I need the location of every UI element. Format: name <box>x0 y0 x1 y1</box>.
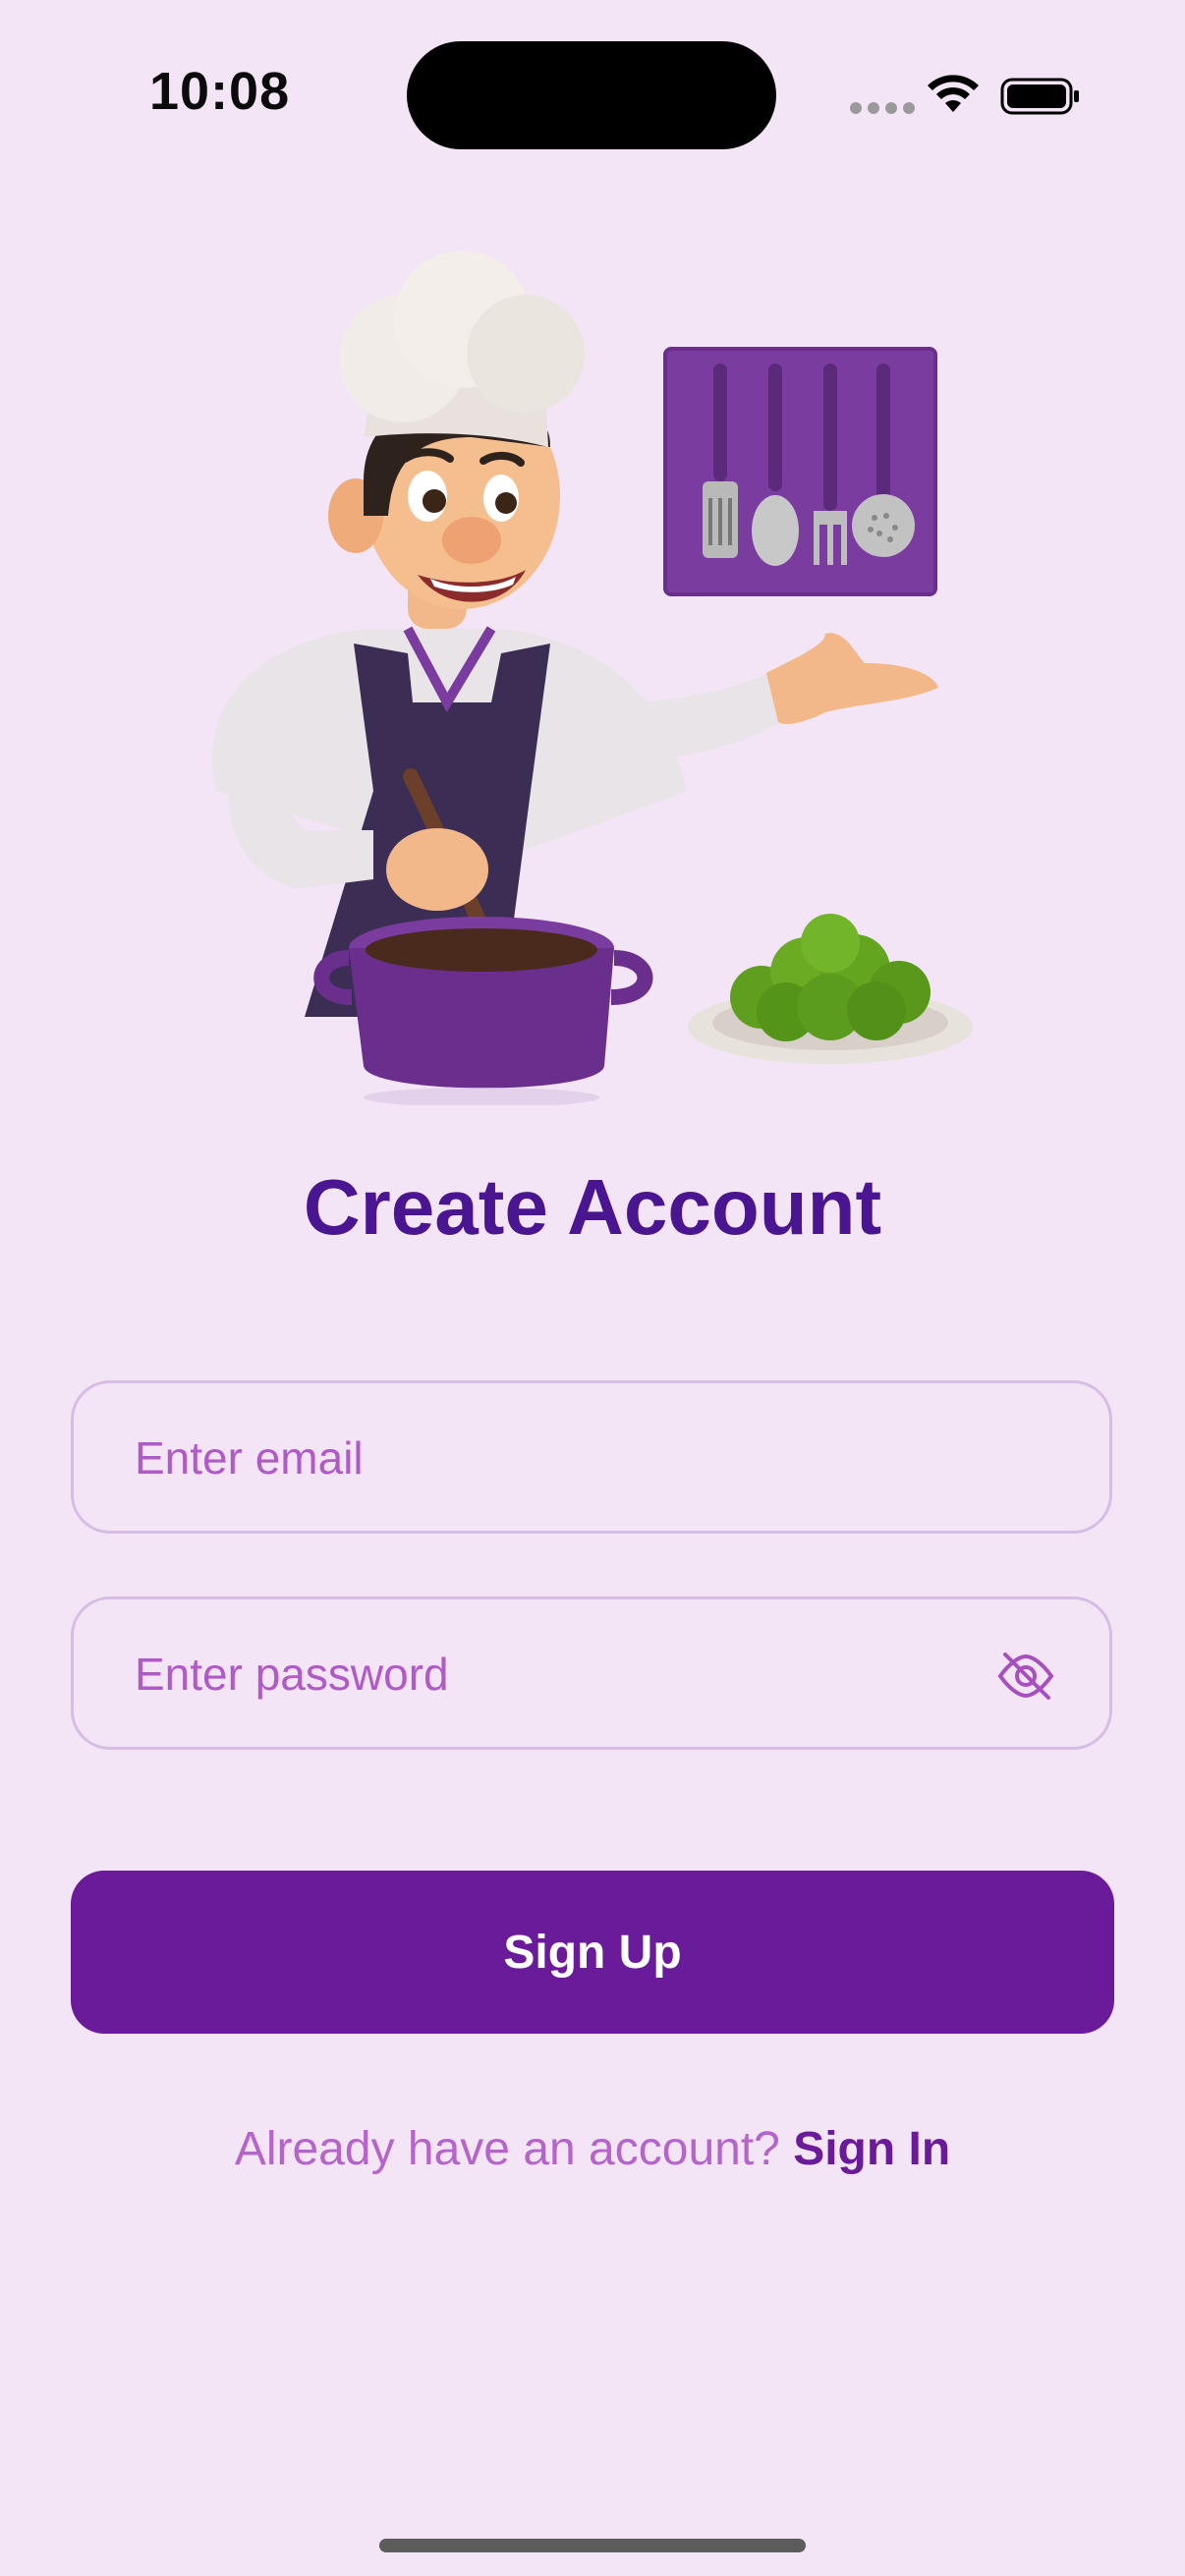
sign-in-prompt-row: Already have an account? Sign In <box>0 2122 1185 2176</box>
email-input[interactable] <box>133 1383 1001 1533</box>
password-field-container <box>71 1596 1112 1750</box>
plate-of-greens <box>688 914 973 1064</box>
sign-in-link[interactable]: Sign In <box>793 2123 950 2175</box>
sign-up-screen: 10:08 Create Account Enter email Sign Up… <box>0 0 1185 2576</box>
home-indicator[interactable] <box>379 2539 806 2552</box>
cooking-pot <box>313 917 653 1105</box>
page-title: Create Account <box>303 1163 882 1251</box>
chef-illustration <box>212 251 973 1105</box>
sign-up-button[interactable]: Sign Up <box>71 1871 1114 2034</box>
battery-icon <box>1000 78 1079 115</box>
cellular-signal-icon <box>850 102 915 114</box>
dynamic-island <box>407 41 776 149</box>
sign-in-prompt-text: Already have an account? <box>234 2123 794 2175</box>
password-input[interactable] <box>133 1599 1001 1749</box>
eye-off-icon[interactable] <box>995 1649 1056 1704</box>
utensils-board-icon <box>663 347 937 596</box>
status-time: 10:08 <box>149 62 291 121</box>
email-field-container <box>71 1380 1112 1534</box>
wifi-icon <box>928 75 979 112</box>
